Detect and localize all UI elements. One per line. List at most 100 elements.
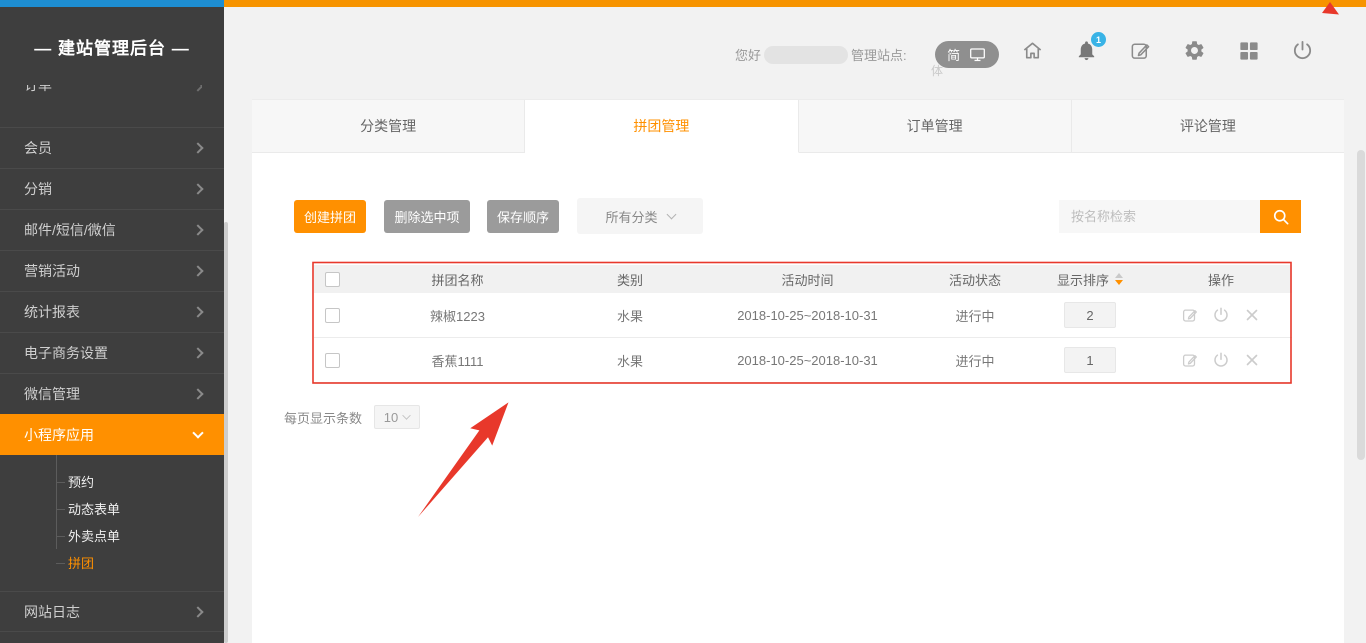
chevron-down-icon xyxy=(403,411,411,419)
groupbuy-name: 辣椒1223 xyxy=(350,306,565,325)
header-user-row: 您好 管理站点: 简 xyxy=(735,41,999,68)
apps-grid-icon[interactable] xyxy=(1237,39,1260,62)
sidebar-submenu: 预约 动态表单 外卖点单 拼团 xyxy=(0,455,224,591)
sidebar-subitem-dynamic-forms[interactable]: 动态表单 xyxy=(0,496,224,523)
notification-badge: 1 xyxy=(1091,32,1106,47)
top-stripe-blue xyxy=(0,0,224,7)
top-stripe-orange xyxy=(224,0,1366,7)
sidebar-item-members[interactable]: 会员 xyxy=(0,127,224,168)
sidebar: — 建站管理后台 — 订单 会员 分销 邮件/短信/微信 营销活动 统计报表 电… xyxy=(0,7,224,643)
col-header-sort: 显示排序 xyxy=(1057,270,1109,289)
sort-order-input[interactable] xyxy=(1064,347,1116,373)
col-header-actions: 操作 xyxy=(1150,270,1292,289)
chevron-right-icon xyxy=(192,265,203,276)
sidebar-item-statistics[interactable]: 统计报表 xyxy=(0,291,224,332)
chevron-right-icon xyxy=(192,224,203,235)
tab-groupbuy-management[interactable]: 拼团管理 xyxy=(525,100,798,153)
delete-x-icon[interactable] xyxy=(1243,351,1261,369)
sidebar-item-label: 微信管理 xyxy=(24,384,80,404)
chevron-right-icon xyxy=(194,85,202,105)
chevron-right-icon xyxy=(192,347,203,358)
greeting-label: 您好 xyxy=(735,45,761,64)
sidebar-item-label: 会员 xyxy=(24,138,52,158)
search-button[interactable] xyxy=(1260,200,1301,233)
page-size-label: 每页显示条数 xyxy=(284,408,362,427)
sidebar-item-label: 小程序应用 xyxy=(24,425,94,445)
chevron-right-icon xyxy=(192,606,203,617)
category-filter-select[interactable]: 所有分类 xyxy=(577,198,703,234)
tab-category-management[interactable]: 分类管理 xyxy=(252,100,525,153)
tab-comment-management[interactable]: 评论管理 xyxy=(1072,100,1344,153)
power-toggle-icon[interactable] xyxy=(1212,306,1230,324)
delete-selected-button[interactable]: 删除选中项 xyxy=(384,200,470,233)
sidebar-subitem-takeout-order[interactable]: 外卖点单 xyxy=(0,523,224,550)
chevron-down-icon xyxy=(666,209,676,219)
edit-icon[interactable] xyxy=(1181,351,1199,369)
edit-icon[interactable] xyxy=(1181,306,1199,324)
col-header-category: 类别 xyxy=(565,270,695,289)
groupbuy-time: 2018-10-25~2018-10-31 xyxy=(695,353,920,368)
sidebar-item-mail-sms-wechat[interactable]: 邮件/短信/微信 xyxy=(0,209,224,250)
sort-asc-icon xyxy=(1115,273,1123,278)
groupbuy-table: 拼团名称 类别 活动时间 活动状态 显示排序 操作 辣椒1223 水果 2018… xyxy=(314,265,1292,383)
sort-toggle[interactable] xyxy=(1115,273,1123,285)
sidebar-item-label: 电子商务设置 xyxy=(24,343,108,363)
tab-order-management[interactable]: 订单管理 xyxy=(799,100,1072,153)
edit-icon[interactable] xyxy=(1129,39,1152,62)
col-header-name: 拼团名称 xyxy=(350,270,565,289)
pagination-bar: 每页显示条数 10 xyxy=(284,405,420,429)
content-card: 分类管理 拼团管理 订单管理 评论管理 创建拼团 删除选中项 保存顺序 所有分类… xyxy=(252,99,1344,643)
create-groupbuy-button[interactable]: 创建拼团 xyxy=(294,200,366,233)
select-all-checkbox[interactable] xyxy=(325,272,340,287)
table-row: 香蕉1111 水果 2018-10-25~2018-10-31 进行中 xyxy=(314,338,1292,383)
page-size-value: 10 xyxy=(384,410,398,425)
sidebar-item-label: 营销活动 xyxy=(24,261,80,281)
header-icon-bar: 1 xyxy=(1021,39,1314,62)
bell-icon[interactable]: 1 xyxy=(1075,39,1098,62)
sidebar-item-site-logs[interactable]: 网站日志 xyxy=(0,591,224,632)
sidebar-item-label: 统计报表 xyxy=(24,302,80,322)
save-order-button[interactable]: 保存顺序 xyxy=(487,200,559,233)
sidebar-item-label: 订单 xyxy=(24,85,52,105)
sidebar-item-orders-clipped[interactable]: 订单 xyxy=(0,85,224,127)
groupbuy-status: 进行中 xyxy=(920,351,1030,370)
sidebar-item-label: 分销 xyxy=(24,179,52,199)
search-input[interactable] xyxy=(1059,200,1260,233)
sidebar-item-label: 邮件/短信/微信 xyxy=(24,220,116,240)
language-label-wrapped: 体 xyxy=(931,62,943,79)
sidebar-scrollbar[interactable] xyxy=(224,222,228,643)
app-logo: — 建站管理后台 — xyxy=(0,7,224,85)
power-icon[interactable] xyxy=(1291,39,1314,62)
sidebar-item-ecommerce-settings[interactable]: 电子商务设置 xyxy=(0,332,224,373)
row-checkbox[interactable] xyxy=(325,353,340,368)
manage-site-label: 管理站点: xyxy=(851,45,907,64)
groupbuy-category: 水果 xyxy=(565,351,695,370)
home-icon[interactable] xyxy=(1021,39,1044,62)
sidebar-subitem-booking[interactable]: 预约 xyxy=(0,469,224,496)
table-header-row: 拼团名称 类别 活动时间 活动状态 显示排序 操作 xyxy=(314,265,1292,293)
username-redacted xyxy=(764,46,848,64)
col-header-status: 活动状态 xyxy=(920,270,1030,289)
col-header-time: 活动时间 xyxy=(695,270,920,289)
row-checkbox[interactable] xyxy=(325,308,340,323)
groupbuy-status: 进行中 xyxy=(920,306,1030,325)
sidebar-item-marketing[interactable]: 营销活动 xyxy=(0,250,224,291)
gear-icon[interactable] xyxy=(1183,39,1206,62)
monitor-icon xyxy=(969,46,986,63)
page-size-select[interactable]: 10 xyxy=(374,405,420,429)
sidebar-item-distribution[interactable]: 分销 xyxy=(0,168,224,209)
sidebar-subitem-group-buy[interactable]: 拼团 xyxy=(0,550,224,577)
groupbuy-category: 水果 xyxy=(565,306,695,325)
sort-order-input[interactable] xyxy=(1064,302,1116,328)
table-row: 辣椒1223 水果 2018-10-25~2018-10-31 进行中 xyxy=(314,293,1292,338)
sidebar-item-wechat-management[interactable]: 微信管理 xyxy=(0,373,224,414)
page-scrollbar[interactable] xyxy=(1357,150,1365,460)
power-toggle-icon[interactable] xyxy=(1212,351,1230,369)
category-filter-label: 所有分类 xyxy=(605,207,657,226)
tab-bar: 分类管理 拼团管理 订单管理 评论管理 xyxy=(252,99,1344,153)
sidebar-item-miniprogram-apps[interactable]: 小程序应用 xyxy=(0,414,224,455)
delete-x-icon[interactable] xyxy=(1243,306,1261,324)
language-preview-pill[interactable]: 简 xyxy=(935,41,999,68)
groupbuy-time: 2018-10-25~2018-10-31 xyxy=(695,308,920,323)
chevron-right-icon xyxy=(192,142,203,153)
